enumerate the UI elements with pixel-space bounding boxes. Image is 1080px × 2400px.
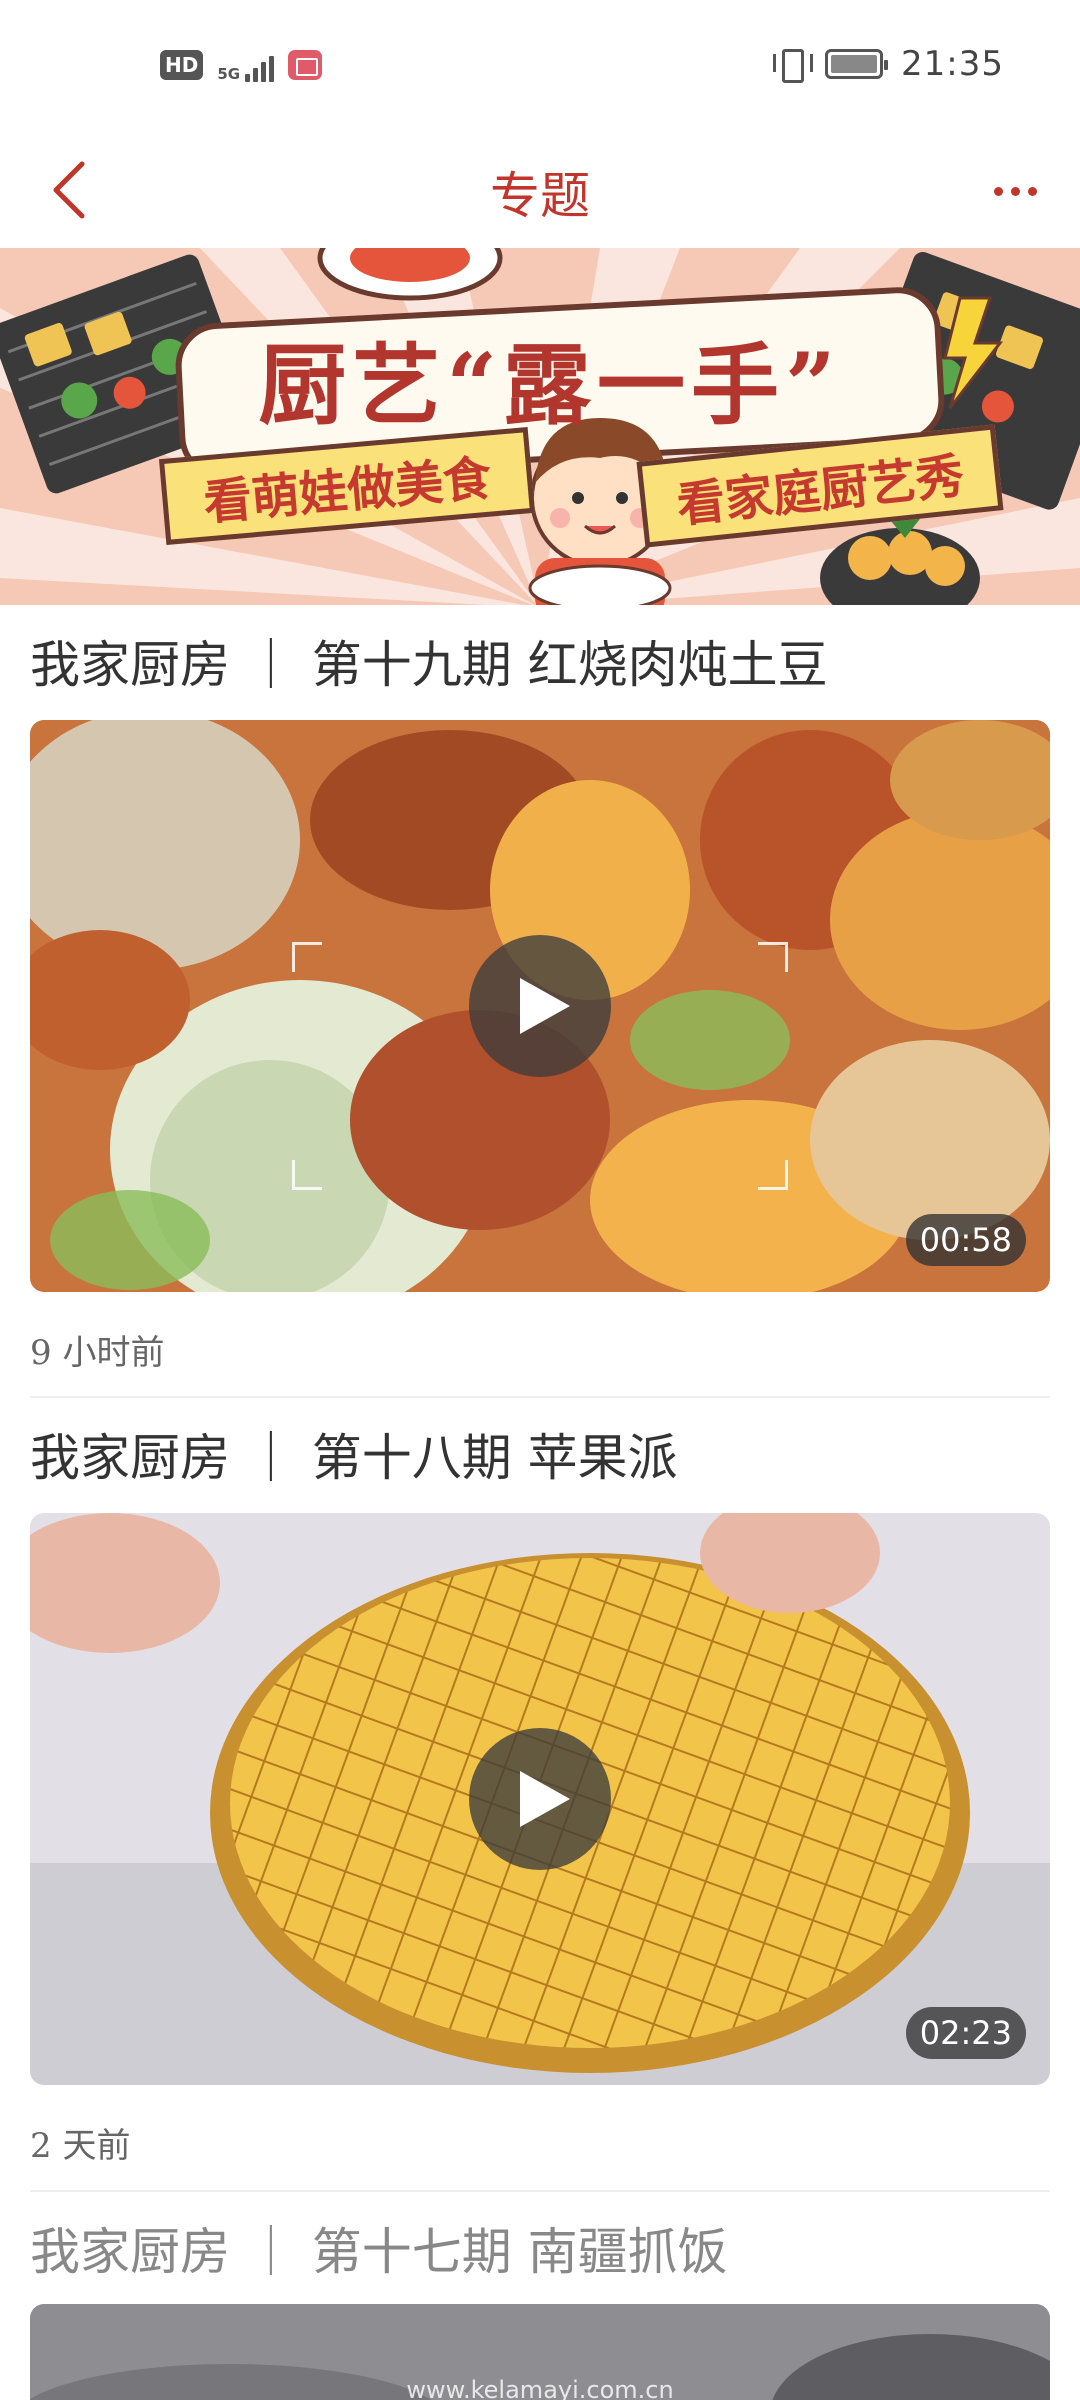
video-thumbnail[interactable]: www.kelamayi.com.cn xyxy=(30,2304,1050,2400)
play-button[interactable] xyxy=(469,935,611,1077)
item-title[interactable]: 我家厨房 ｜ 第十七期 南疆抓饭 xyxy=(30,2212,728,2284)
vibrate-icon xyxy=(773,46,814,83)
page-title: 专题 xyxy=(490,167,590,225)
divider xyxy=(30,2190,1050,2192)
list-item[interactable]: 我家厨房 ｜ 第十九期 红烧肉炖土豆 00:58 9 小时前 xyxy=(0,625,1080,1385)
more-options-button[interactable] xyxy=(980,166,1050,216)
video-duration: 02:23 xyxy=(905,2007,1026,2059)
item-title[interactable]: 我家厨房 ｜ 第十九期 红烧肉炖土豆 xyxy=(30,625,828,697)
more-dots-icon xyxy=(993,186,1003,196)
list-item[interactable]: 我家厨房 ｜ 第十七期 南疆抓饭 www.kelamayi.com.cn xyxy=(0,2212,1080,2400)
status-bar: HD 5G 21:35 xyxy=(0,0,1080,136)
play-icon xyxy=(520,1771,570,1827)
banner-title: 厨艺“露一手” xyxy=(258,332,842,437)
list-item[interactable]: 我家厨房 ｜ 第十八期 苹果派 02:23 2 天前 xyxy=(0,1418,1080,2178)
video-duration: 00:58 xyxy=(905,1214,1026,1266)
video-thumbnail[interactable]: 00:58 xyxy=(30,720,1050,1292)
play-button[interactable] xyxy=(469,1728,611,1870)
item-title[interactable]: 我家厨房 ｜ 第十八期 苹果派 xyxy=(30,1418,678,1490)
timestamp: 2 天前 xyxy=(30,2126,131,2166)
timestamp: 9 小时前 xyxy=(30,1333,165,1373)
battery-icon xyxy=(825,49,889,79)
top-app-bar: 专题 xyxy=(0,136,1080,248)
watermark: www.kelamayi.com.cn xyxy=(406,2376,674,2400)
divider xyxy=(30,1396,1050,1398)
topic-banner[interactable]: 厨艺“露一手” 看萌娃做美食 看家庭厨艺秀 xyxy=(0,248,1080,605)
notification-app-icon xyxy=(288,50,323,80)
clock: 21:35 xyxy=(901,44,1004,84)
play-icon xyxy=(520,978,570,1034)
signal-5g-icon: 5G xyxy=(217,48,275,82)
hd-icon: HD xyxy=(160,50,204,80)
video-thumbnail[interactable]: 02:23 xyxy=(30,1513,1050,2085)
